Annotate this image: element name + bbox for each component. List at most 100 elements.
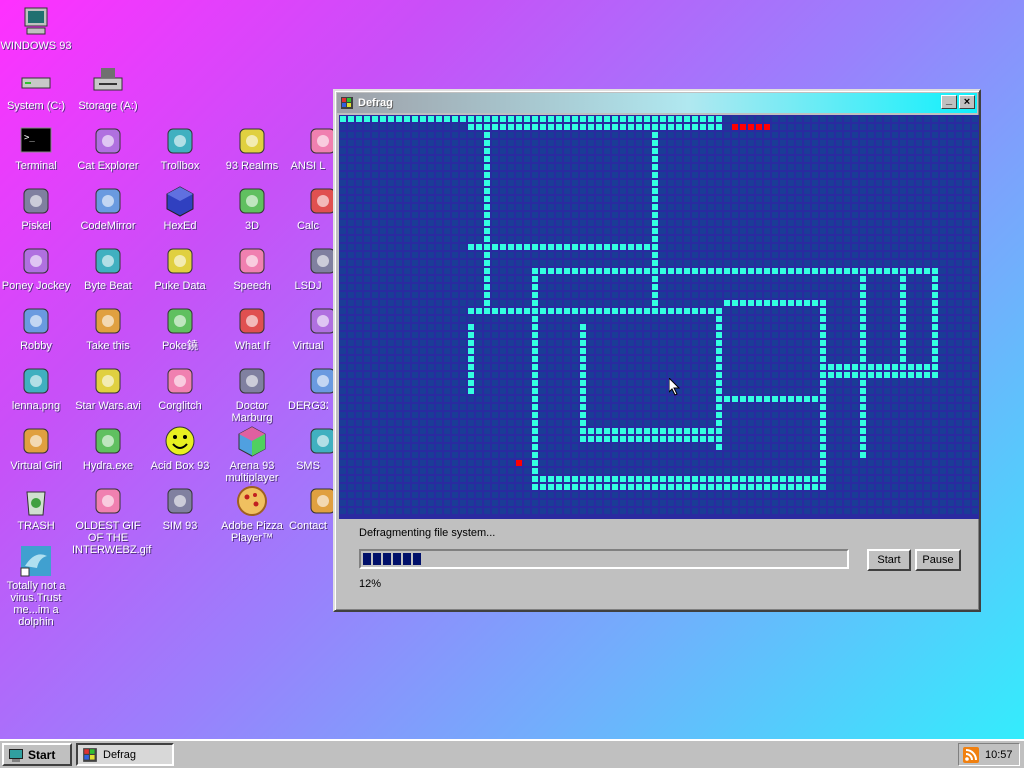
cluster-cell [820,364,826,370]
cluster-cell [388,500,394,506]
cluster-cell [492,452,498,458]
cluster-cell [628,348,634,354]
cluster-cell [612,476,618,482]
cluster-cell [460,428,466,434]
desktop-icon[interactable]: Byte Beat [72,244,144,292]
cluster-cell [940,468,946,474]
desktop-icon[interactable]: Trollbox [144,124,216,172]
desktop-icon[interactable]: Virtual [288,304,336,352]
cluster-cell [572,308,578,314]
desktop-icon[interactable]: Poke鐃 [144,304,216,352]
start-button[interactable]: Start [2,743,72,766]
cluster-cell [828,148,834,154]
cluster-cell [764,172,770,178]
desktop-icon[interactable]: Contact [288,484,336,532]
cat-globe-icon [95,128,121,154]
desktop-icon[interactable]: Star Wars.avi [72,364,144,412]
desktop-icon[interactable]: ANSI L [288,124,336,172]
cluster-cell [468,492,474,498]
cluster-cell [468,164,474,170]
cluster-cell [636,228,642,234]
cluster-cell [916,116,922,122]
cluster-cell [900,148,906,154]
cluster-cell [700,396,706,402]
desktop-icon[interactable]: What If [216,304,288,352]
desktop-icon[interactable]: Speech [216,244,288,292]
status-text: Defragmenting file system... [359,527,496,539]
desktop-icon[interactable]: Adobe Pizza Player™ [216,484,288,544]
cluster-cell [444,412,450,418]
close-button[interactable]: × [959,95,975,109]
desktop-icon[interactable]: 3D [216,184,288,232]
desktop-icon[interactable]: >_ Terminal [0,124,72,172]
taskbar-item-defrag[interactable]: Defrag [76,743,174,766]
cluster-cell [836,452,842,458]
cluster-cell [460,300,466,306]
cluster-cell [844,492,850,498]
desktop-icon[interactable]: Storage (A:) [72,64,144,112]
cluster-cell [524,460,530,466]
desktop-icon[interactable]: Hydra.exe [72,424,144,472]
pause-button[interactable]: Pause [915,549,961,571]
desktop-icon[interactable]: Arena 93 multiplayer [216,424,288,484]
cluster-cell [796,236,802,242]
cluster-cell [868,300,874,306]
desktop-icon[interactable]: WINDOWS 93 [0,4,72,52]
desktop-icon[interactable]: OLDEST GIF OF THE INTERWEBZ.gif [72,484,151,556]
desktop-icon[interactable]: Virtual Girl [0,424,72,472]
desktop-icon[interactable]: LSDJ [288,244,336,292]
cluster-cell [436,380,442,386]
cluster-cell [772,284,778,290]
desktop-icon[interactable]: Poney Jockey [0,244,72,292]
desktop-icon[interactable]: Doctor Marburg [216,364,288,424]
rss-icon[interactable] [963,746,979,763]
cluster-cell [692,124,698,130]
desktop-icon[interactable]: Acid Box 93 [144,424,216,472]
cluster-cell [644,380,650,386]
cluster-cell [916,300,922,306]
desktop-icon[interactable]: Puke Data [144,244,216,292]
cluster-cell [452,492,458,498]
desktop-icon[interactable]: 93 Realms [216,124,288,172]
desktop-icon[interactable]: TRASH [0,484,72,532]
desktop-icon[interactable]: SMS [288,424,336,472]
cluster-cell [556,476,562,482]
cluster-cell [788,212,794,218]
desktop-icon[interactable]: Corglitch [144,364,216,412]
cluster-cell [476,348,482,354]
title-bar[interactable]: Defrag _ × [337,93,977,113]
cluster-cell [668,132,674,138]
desktop-icon[interactable]: Cat Explorer [72,124,144,172]
cluster-cell [740,436,746,442]
desktop-icon[interactable]: Robby [0,304,72,352]
cluster-cell [420,388,426,394]
desktop-icon[interactable]: SIM 93 [144,484,216,532]
cluster-cell [852,428,858,434]
cluster-cell [604,308,610,314]
minimize-button[interactable]: _ [941,94,957,109]
cluster-cell [716,180,722,186]
cluster-cell [860,260,866,266]
cluster-cell [492,500,498,506]
desktop-icon[interactable]: Totally not a virus.Trust me...im a dolp… [0,544,72,628]
desktop-icon[interactable]: Calc [288,184,336,232]
cluster-cell [524,396,530,402]
desktop-icon[interactable]: lenna.png [0,364,72,412]
cluster-cell [796,476,802,482]
cluster-cell [620,324,626,330]
desktop-icon[interactable]: Take this [72,304,144,352]
cluster-cell [452,404,458,410]
cluster-cell [356,164,362,170]
cluster-cell [540,324,546,330]
desktop-icon[interactable]: CodeMirror [72,184,144,232]
desktop-icon[interactable]: System (C:) [0,64,72,112]
start-defrag-button[interactable]: Start [867,549,911,571]
cluster-cell [420,164,426,170]
cluster-cell [964,284,970,290]
desktop-icon[interactable]: HexEd [144,184,216,232]
desktop-icon[interactable]: Piskel [0,184,72,232]
cluster-cell [380,412,386,418]
desktop-icon[interactable]: DERG32 [288,364,336,412]
cluster-cell [756,204,762,210]
cluster-cell [356,428,362,434]
